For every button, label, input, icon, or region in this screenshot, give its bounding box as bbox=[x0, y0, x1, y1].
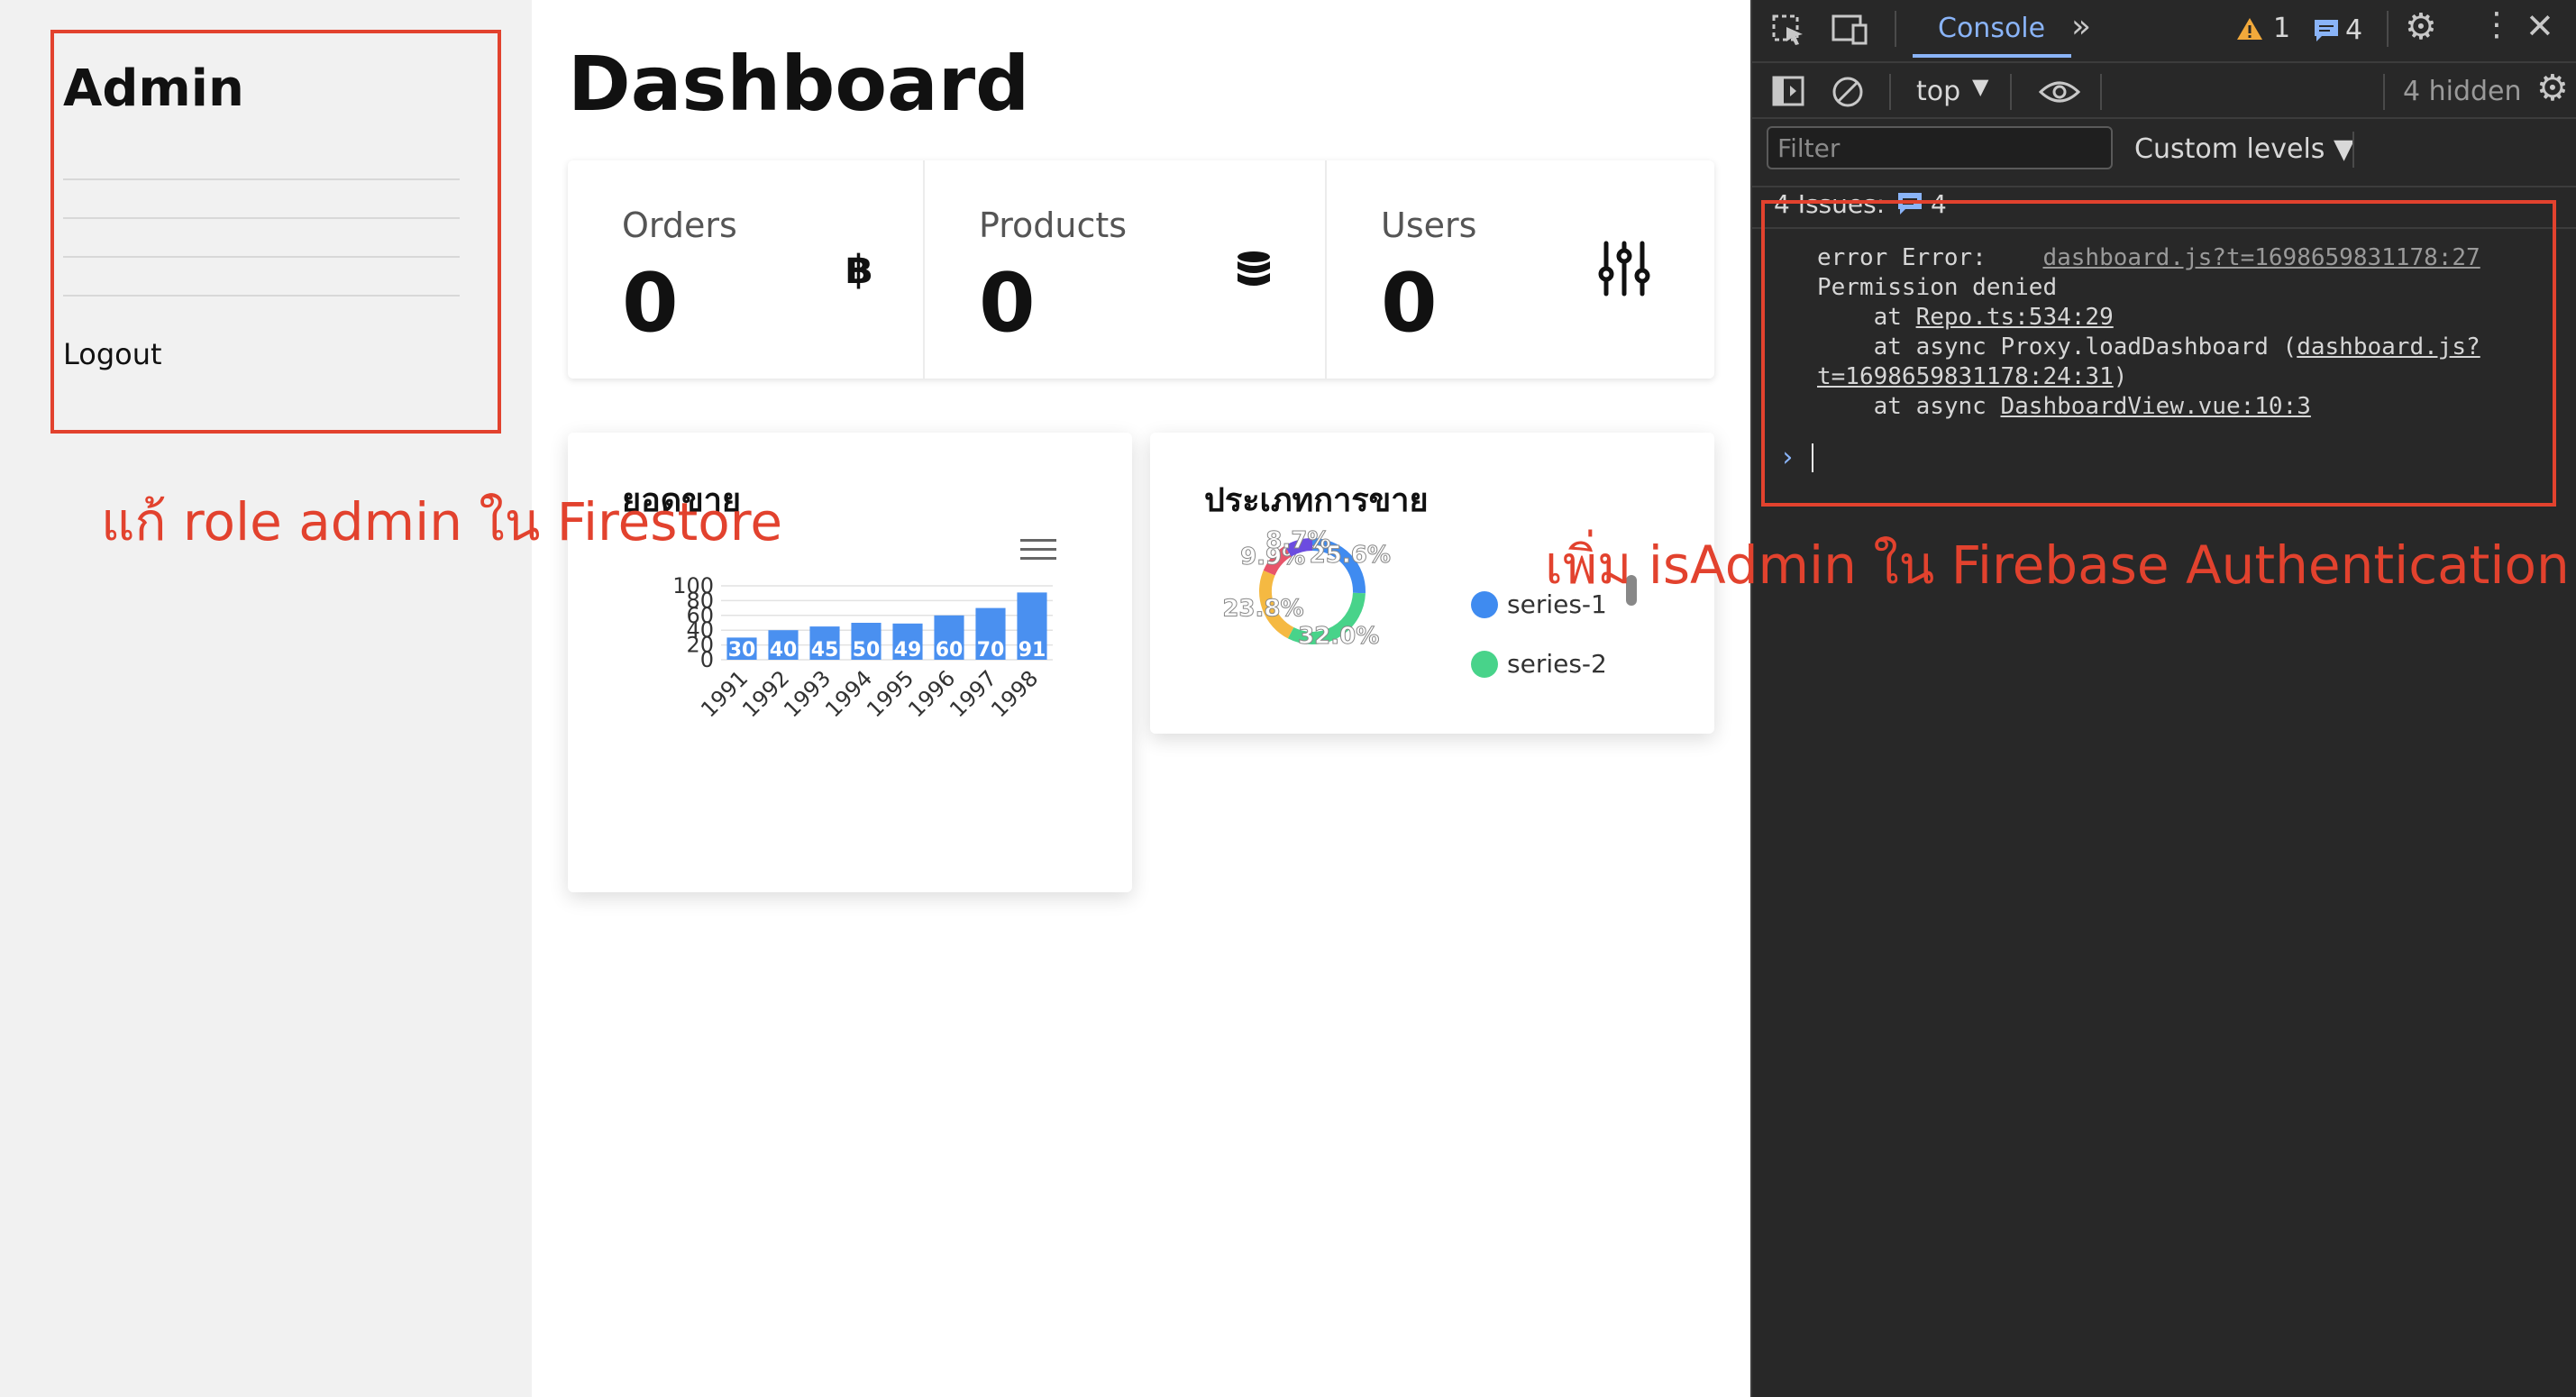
toolbar-separator bbox=[2352, 132, 2354, 168]
annotation-left: แก้ role admin ใน Firestore bbox=[101, 491, 783, 552]
inspect-element-icon[interactable] bbox=[1772, 14, 1806, 47]
x-tick-label: 1998 bbox=[986, 665, 1043, 722]
slice-label: 8.7% bbox=[1265, 527, 1330, 554]
message-icon[interactable] bbox=[2313, 18, 2340, 43]
x-tick-label: 1993 bbox=[779, 665, 836, 722]
database-icon bbox=[1238, 251, 1270, 286]
sidebar-toggle-icon[interactable] bbox=[1772, 76, 1804, 106]
device-toolbar-icon[interactable] bbox=[1832, 14, 1869, 45]
legend-item[interactable]: series-2 bbox=[1471, 649, 1607, 679]
stat-users: Users 0 bbox=[1327, 160, 1714, 379]
stat-label: Orders bbox=[622, 205, 737, 245]
baht-icon: ฿ bbox=[845, 247, 873, 293]
bar-value-label: 45 bbox=[811, 639, 839, 662]
warnings-count[interactable]: 1 bbox=[2273, 13, 2290, 44]
clear-console-icon[interactable] bbox=[1832, 76, 1864, 108]
toolbar-divider bbox=[1752, 186, 2576, 187]
stat-orders: Orders 0 ฿ bbox=[568, 160, 925, 379]
toolbar-separator bbox=[2387, 11, 2389, 47]
toolbar-separator bbox=[2383, 74, 2385, 110]
close-icon[interactable]: ✕ bbox=[2526, 9, 2554, 43]
hidden-count: 4 hidden bbox=[2403, 76, 2522, 107]
filter-input[interactable] bbox=[1768, 128, 2111, 168]
page-title: Dashboard bbox=[568, 40, 1030, 128]
x-tick-label: 1994 bbox=[820, 665, 877, 722]
toolbar-divider bbox=[1752, 117, 2576, 119]
bar-value-label: 60 bbox=[936, 639, 964, 662]
toolbar-separator bbox=[2010, 74, 2012, 110]
x-tick-label: 1991 bbox=[696, 665, 753, 722]
legend-dot bbox=[1471, 650, 1498, 678]
slice-label: 23.8% bbox=[1222, 596, 1303, 623]
x-tick-label: 1992 bbox=[737, 665, 794, 722]
bar-value-label: 50 bbox=[853, 639, 881, 662]
bar-value-label: 40 bbox=[770, 639, 798, 662]
warning-icon[interactable] bbox=[2235, 16, 2264, 41]
bar-value-label: 49 bbox=[894, 639, 922, 662]
tab-console[interactable]: Console bbox=[1938, 13, 2045, 44]
highlight-box bbox=[50, 30, 501, 434]
stat-label: Users bbox=[1381, 205, 1477, 245]
bar-value-label: 30 bbox=[728, 639, 756, 662]
bar-value-label: 91 bbox=[1019, 639, 1046, 662]
more-options-icon[interactable]: ⋮ bbox=[2480, 9, 2513, 41]
tab-underline bbox=[1913, 54, 2071, 58]
context-select[interactable]: top bbox=[1916, 76, 1960, 107]
filter-field[interactable] bbox=[1767, 126, 2113, 169]
highlight-box bbox=[1761, 200, 2556, 507]
stats-card: Orders 0 ฿ Products 0 Users 0 bbox=[568, 160, 1714, 379]
console-settings-icon[interactable]: ⚙ bbox=[2536, 70, 2569, 106]
sliders-icon bbox=[1598, 241, 1650, 297]
stat-value: 0 bbox=[979, 256, 1036, 351]
y-tick-label: 100 bbox=[672, 573, 714, 598]
eye-icon[interactable] bbox=[2039, 79, 2080, 105]
toolbar-separator bbox=[1895, 11, 1896, 47]
stat-products: Products 0 bbox=[925, 160, 1327, 379]
chevron-down-icon[interactable]: ▼ bbox=[1972, 74, 1988, 99]
x-tick-label: 1996 bbox=[903, 665, 960, 722]
messages-count[interactable]: 4 bbox=[2345, 14, 2362, 46]
x-tick-label: 1995 bbox=[862, 665, 918, 722]
main-content: Dashboard Orders 0 ฿ Products 0 Users 0 bbox=[532, 0, 1750, 1397]
legend-label: series-2 bbox=[1507, 649, 1607, 679]
bar-value-label: 70 bbox=[977, 639, 1005, 662]
stat-value: 0 bbox=[1381, 256, 1438, 351]
x-tick-label: 1997 bbox=[945, 665, 1001, 722]
toolbar-separator bbox=[1889, 74, 1891, 110]
toolbar-divider bbox=[1752, 61, 2576, 63]
more-tabs-icon[interactable]: » bbox=[2071, 11, 2091, 43]
legend-dot bbox=[1471, 590, 1498, 618]
stat-value: 0 bbox=[622, 256, 679, 351]
gear-icon[interactable]: ⚙ bbox=[2405, 9, 2437, 45]
toolbar-separator bbox=[2100, 74, 2102, 110]
custom-levels-dropdown[interactable]: Custom levels ▼ bbox=[2134, 133, 2354, 165]
slice-label: 32.0% bbox=[1298, 623, 1379, 650]
annotation-right: เพิ่ม isAdmin ใน Firebase Authentication bbox=[1545, 534, 2570, 596]
stat-label: Products bbox=[979, 205, 1128, 245]
